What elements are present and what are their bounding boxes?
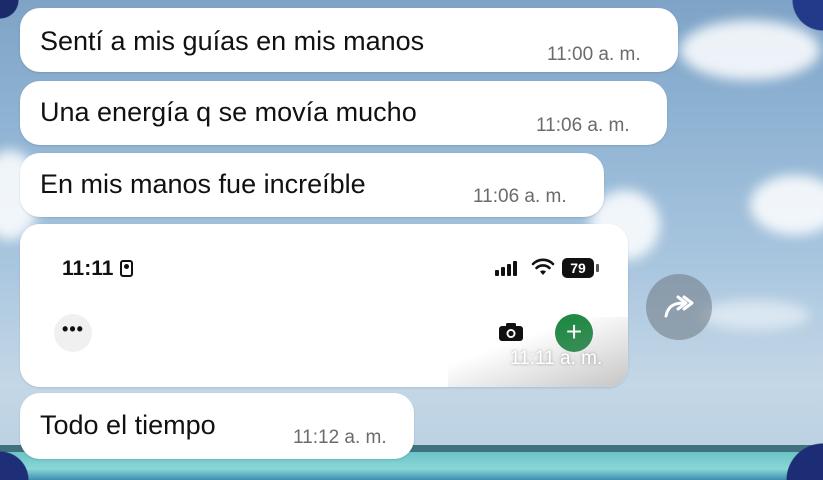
message-timestamp: 11:12 a. m. xyxy=(293,427,387,448)
forward-arrow-icon xyxy=(664,295,694,318)
message-bubble[interactable]: Una energía q se movía mucho 11:06 a. m. xyxy=(20,81,667,145)
message-bubble[interactable]: En mis manos fue increíble 11:06 a. m. xyxy=(20,153,604,217)
message-text: En mis manos fue increíble xyxy=(40,169,366,199)
message-timestamp: 11:06 a. m. xyxy=(473,186,567,207)
message-text: Una energía q se movía mucho xyxy=(40,97,417,127)
cellular-signal-icon xyxy=(495,258,523,276)
battery-icon: 79 xyxy=(562,258,599,278)
wifi-icon xyxy=(531,258,555,275)
image-message-bubble[interactable]: 11:11 79 ••• + 11:11 a. m. xyxy=(20,224,628,387)
message-timestamp: 11:00 a. m. xyxy=(547,44,641,65)
forward-button[interactable] xyxy=(646,274,712,340)
message-timestamp: 11:06 a. m. xyxy=(536,115,630,136)
message-timestamp: 11:11 a. m. xyxy=(510,348,603,369)
more-options-button: ••• xyxy=(54,314,92,352)
message-bubble[interactable]: Todo el tiempo 11:12 a. m. xyxy=(20,393,414,459)
message-bubble[interactable]: Sentí a mis guías en mis manos 11:00 a. … xyxy=(20,8,678,72)
message-text: Todo el tiempo xyxy=(40,410,216,440)
cloud xyxy=(750,175,823,235)
id-badge-icon xyxy=(120,260,133,277)
status-bar-time: 11:11 xyxy=(62,257,114,280)
message-text: Sentí a mis guías en mis manos xyxy=(40,26,425,56)
wallpaper-ornament xyxy=(733,440,823,480)
wallpaper-ornament xyxy=(763,0,823,50)
cloud xyxy=(700,300,810,330)
screenshot-image[interactable]: 11:11 79 ••• + 11:11 a. m. xyxy=(20,224,628,387)
